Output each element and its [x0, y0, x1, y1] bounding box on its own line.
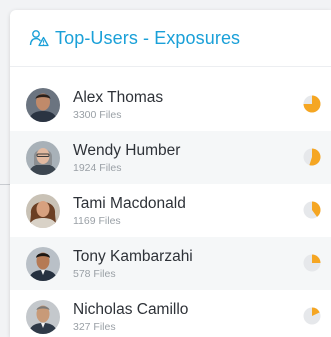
widget-header: Top-Users - Exposures	[10, 10, 331, 67]
user-name: Alex Thomas	[73, 88, 164, 106]
user-name: Wendy Humber	[73, 141, 181, 159]
exposure-pie-icon	[303, 201, 321, 219]
avatar	[26, 193, 60, 228]
user-row[interactable]: Wendy Humber 1924 Files	[10, 131, 331, 184]
avatar	[26, 87, 60, 122]
widget-title: Top-Users - Exposures	[55, 27, 241, 48]
top-users-widget: Top-Users - Exposures Alex Thomas 3300 F…	[10, 10, 331, 337]
exposure-pie-icon	[303, 307, 321, 325]
user-name: Tony Kambarzahi	[73, 247, 193, 265]
file-count: 1169 Files	[73, 214, 121, 227]
file-count: 3300 Files	[73, 108, 122, 121]
user-name: Tami Macdonald	[73, 194, 186, 212]
user-name: Nicholas Camillo	[73, 300, 189, 318]
users-alert-icon	[29, 29, 49, 47]
file-count: 327 Files	[73, 320, 116, 333]
user-row[interactable]: Tony Kambarzahi 578 Files	[10, 237, 331, 290]
avatar	[26, 299, 60, 334]
exposure-pie-icon	[303, 254, 321, 272]
avatar	[26, 246, 60, 281]
exposure-pie-icon	[303, 148, 321, 166]
user-row[interactable]: Nicholas Camillo 327 Files	[10, 290, 331, 337]
file-count: 1924 Files	[73, 161, 122, 174]
user-row[interactable]: Tami Macdonald 1169 Files	[10, 184, 331, 237]
avatar	[26, 140, 60, 175]
user-list: Alex Thomas 3300 Files Wendy Humber 1924…	[10, 78, 331, 337]
exposure-pie-icon	[303, 95, 321, 113]
file-count: 578 Files	[73, 267, 116, 280]
user-row[interactable]: Alex Thomas 3300 Files	[10, 78, 331, 131]
